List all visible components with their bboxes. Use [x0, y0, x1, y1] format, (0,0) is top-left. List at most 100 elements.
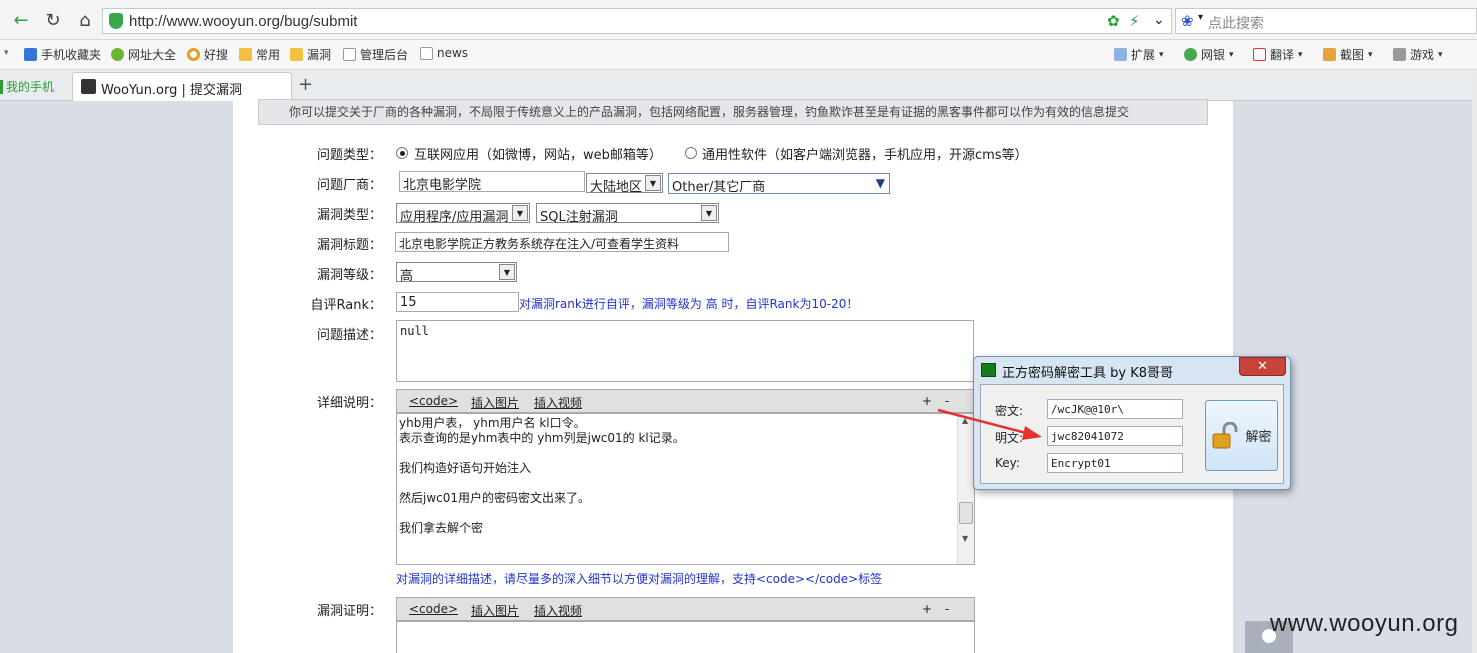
home-icon[interactable]: ⌂ — [74, 9, 96, 31]
vuln-subtype-select[interactable]: SQL注射漏洞 ▼ — [536, 203, 719, 225]
detail-line — [399, 506, 685, 521]
detail-editor-toolbar: <code> 插入图片 插入视频 + - — [396, 389, 975, 413]
rank-label: 自评Rank： — [310, 298, 382, 313]
tab-wooyun-submit[interactable]: WooYun.org | 提交漏洞 — [72, 72, 292, 101]
toolbar-ebank[interactable]: 网银 ▾ — [1184, 46, 1234, 63]
level-label: 漏洞等级： — [316, 268, 382, 283]
wooyun-logo-icon — [81, 79, 96, 94]
plus-globe-icon — [111, 48, 124, 61]
search-box[interactable]: ❀ ▾ 点此搜索 — [1175, 8, 1477, 34]
page-icon — [343, 48, 356, 61]
key-input[interactable]: Encrypt01 — [1047, 453, 1183, 473]
reload-icon[interactable]: ↻ — [42, 9, 64, 31]
bookmark-bar: ▾ 手机收藏夹 网址大全 好搜 常用 漏洞 管理后台 news 扩展 ▾ 网银 ▾ … — [0, 40, 1477, 70]
chevron-down-icon[interactable]: ▾ — [1198, 12, 1203, 23]
window-title: 正方密码解密工具 by K8哥哥 — [1002, 366, 1174, 381]
type-radio-internet[interactable] — [396, 147, 408, 159]
radio-dot-icon — [400, 151, 405, 156]
yen-icon — [1184, 48, 1197, 61]
description-textarea[interactable]: null — [396, 320, 974, 382]
vendor-input[interactable]: 北京电影学院 — [399, 171, 585, 192]
chevron-down-icon: ▾ — [1159, 49, 1164, 60]
detail-line: yhb用户表， yhm用户名 kl口令。 — [399, 416, 586, 430]
title-input[interactable]: 北京电影学院正方教务系统存在注入/可查看学生资料 — [395, 232, 729, 252]
vuln-category-select[interactable]: 应用程序/应用漏洞 ▼ — [396, 203, 530, 225]
insert-code-button[interactable]: <code> — [409, 602, 458, 616]
detail-content: yhb用户表， yhm用户名 kl口令。 表示查询的是yhm表中的 yhm列是j… — [399, 416, 685, 536]
haosou-icon — [187, 48, 200, 61]
tab-my-phone[interactable]: 我的手机 — [0, 72, 68, 101]
bookmark-portal[interactable]: 网址大全 — [111, 46, 176, 63]
vendor-select[interactable]: Other/其它厂商 ▼ — [668, 173, 890, 195]
translate-icon — [1253, 48, 1266, 61]
decrypt-button[interactable]: 解密 — [1205, 400, 1278, 471]
chevron-down-icon: ▾ — [1368, 49, 1373, 60]
level-select[interactable]: 高 ▼ — [396, 262, 517, 284]
bookmark-mobile[interactable]: 手机收藏夹 — [24, 46, 101, 63]
detail-line — [399, 476, 685, 491]
proof-textarea[interactable] — [396, 621, 975, 653]
paw-icon: ❀ — [1181, 12, 1194, 30]
insert-image-button[interactable]: 插入图片 — [471, 602, 519, 619]
expand-editor-button[interactable]: + — [922, 602, 932, 616]
bookmark-admin[interactable]: 管理后台 — [343, 46, 408, 63]
cipher-input[interactable]: /wcJK@@10r\ — [1047, 399, 1183, 419]
sync-icon[interactable]: ✿ — [1107, 12, 1120, 30]
bookmark-news[interactable]: news — [420, 46, 468, 60]
chevron-down-icon: ▼ — [701, 205, 717, 221]
back-arrow-icon[interactable]: ← — [10, 9, 32, 31]
detail-hint: 对漏洞的详细描述，请尽量多的深入细节以方便对漏洞的理解，支持<code></co… — [396, 572, 883, 586]
folder-icon — [239, 48, 252, 61]
region-select[interactable]: 大陆地区 ▼ — [586, 173, 663, 195]
type-option-software: 通用性软件（如客户端浏览器，手机应用，开源cms等） — [702, 148, 1028, 163]
insert-video-button[interactable]: 插入视频 — [534, 394, 582, 411]
gamepad-icon — [1393, 48, 1406, 61]
type-option-internet: 互联网应用（如微博，网站，web邮箱等） — [414, 148, 662, 163]
address-toolbar: ← ↻ ⌂ http://www.wooyun.org/bug/submit ✿… — [0, 0, 1477, 40]
chevron-down-icon: ▼ — [499, 264, 515, 280]
scissors-icon — [1323, 48, 1336, 61]
toolbar-extensions[interactable]: 扩展 ▾ — [1114, 46, 1164, 63]
chevron-down-icon: ▾ — [1298, 49, 1303, 60]
detail-label: 详细说明： — [316, 396, 382, 411]
insert-video-button[interactable]: 插入视频 — [534, 602, 582, 619]
scroll-thumb[interactable] — [959, 502, 973, 524]
type-radio-software[interactable] — [685, 147, 697, 159]
close-button[interactable]: ✕ — [1239, 357, 1286, 376]
bookmark-common[interactable]: 常用 — [239, 46, 280, 63]
vuln-type-label: 漏洞类型： — [316, 208, 382, 223]
type-label: 问题类型： — [316, 148, 382, 163]
toolbar-translate[interactable]: 翻译 ▾ — [1253, 46, 1303, 63]
lightning-icon[interactable]: ⚡ — [1129, 12, 1140, 30]
chevron-down-icon[interactable]: ⌄ — [1153, 12, 1165, 28]
url-field[interactable]: http://www.wooyun.org/bug/submit ✿ ⚡ ⌄ — [102, 8, 1172, 34]
bookmark-haosou[interactable]: 好搜 — [187, 46, 228, 63]
app-logo-icon — [981, 363, 996, 377]
shield-icon — [109, 13, 123, 29]
grid-icon — [1114, 48, 1127, 61]
insert-image-button[interactable]: 插入图片 — [471, 394, 519, 411]
bookmark-vulns[interactable]: 漏洞 — [290, 46, 331, 63]
toolbar-games[interactable]: 游戏 ▾ — [1393, 46, 1443, 63]
phone-icon — [24, 48, 37, 61]
chevron-down-icon[interactable]: ▾ — [4, 48, 9, 58]
rank-hint: 对漏洞rank进行自评，漏洞等级为 高 时，自评Rank为10-20！ — [519, 297, 859, 311]
insert-code-button[interactable]: <code> — [409, 394, 458, 408]
detail-textarea[interactable]: yhb用户表， yhm用户名 kl口令。 表示查询的是yhm表中的 yhm列是j… — [396, 413, 975, 565]
proof-label: 漏洞证明： — [316, 604, 382, 619]
plaintext-output[interactable]: jwc82041072 — [1047, 426, 1183, 446]
detail-line: 然后jwc01用户的密码密文出来了。 — [399, 491, 591, 505]
new-tab-button[interactable]: + — [298, 74, 313, 95]
shrink-editor-button[interactable]: - — [945, 602, 949, 616]
toolbar-screenshot[interactable]: 截图 ▾ — [1323, 46, 1373, 63]
vendor-label: 问题厂商： — [316, 178, 382, 193]
rank-input[interactable]: 15 — [396, 292, 519, 312]
detail-line: 表示查询的是yhm表中的 yhm列是jwc01的 kl记录。 — [399, 431, 685, 445]
chevron-down-icon: ▼ — [875, 176, 885, 190]
scroll-down-icon[interactable]: ▼ — [962, 534, 968, 543]
chevron-down-icon: ▾ — [1438, 49, 1443, 60]
folder-icon — [290, 48, 303, 61]
detail-line — [399, 446, 685, 461]
page-scrollbar[interactable] — [1472, 70, 1477, 653]
detail-line: 我们拿去解个密 — [399, 521, 484, 535]
